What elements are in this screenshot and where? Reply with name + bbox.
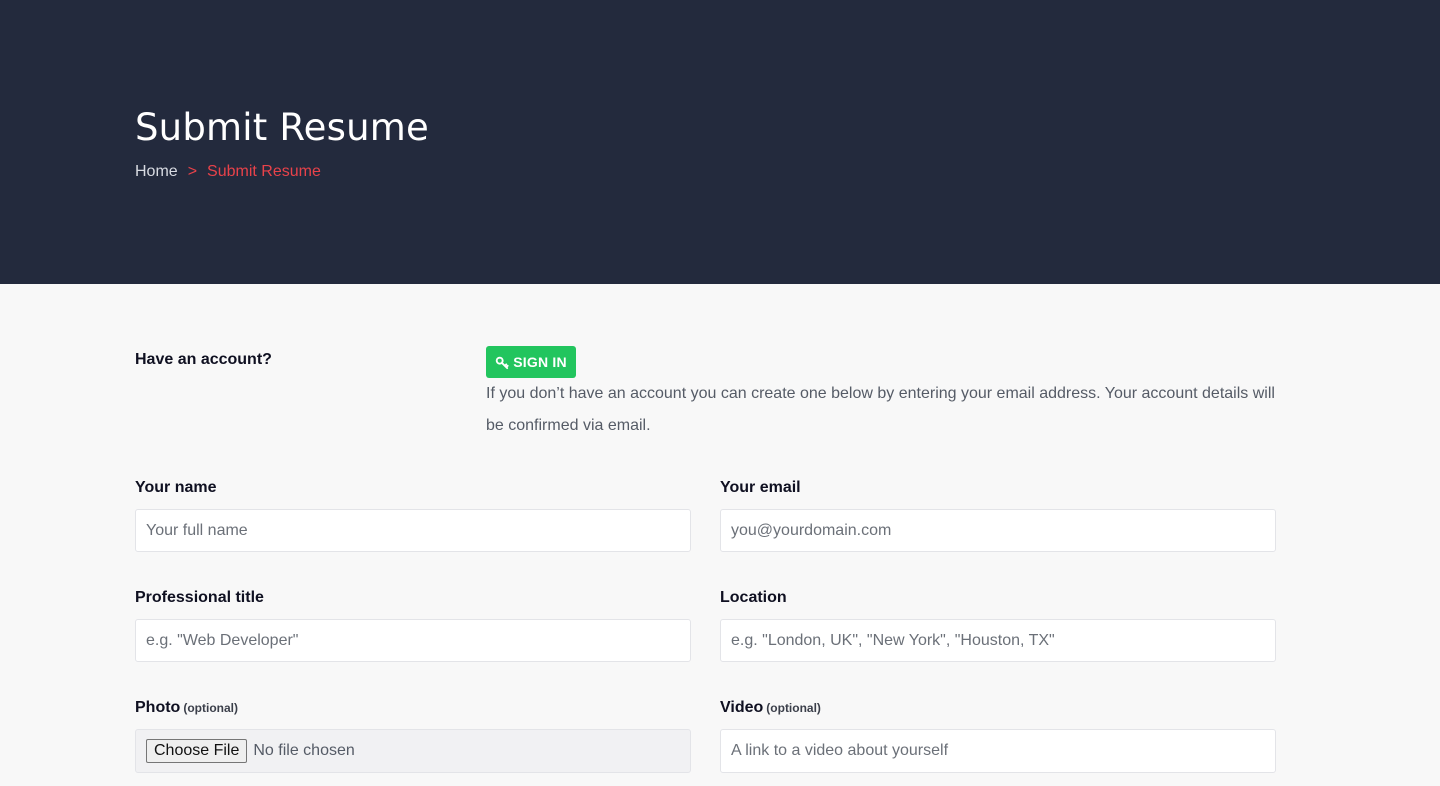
name-input[interactable] [135, 509, 691, 552]
photo-file-input[interactable]: Choose File No file chosen [135, 729, 691, 773]
submit-resume-form: Have an account? SIGN IN If you don’t ha… [0, 284, 1440, 786]
file-status-text: No file chosen [253, 742, 355, 759]
sign-in-button[interactable]: SIGN IN [486, 346, 576, 378]
video-link-input[interactable] [720, 729, 1276, 773]
breadcrumb-home-link[interactable]: Home [135, 162, 178, 182]
photo-label: Photo (optional) [135, 699, 238, 717]
video-label: Video (optional) [720, 699, 821, 717]
professional-title-input[interactable] [135, 619, 691, 662]
location-input[interactable] [720, 619, 1276, 662]
email-input[interactable] [720, 509, 1276, 552]
choose-file-button[interactable]: Choose File [146, 739, 248, 763]
page-title: Submit Resume [135, 106, 429, 149]
location-label: Location [720, 589, 787, 606]
breadcrumb-separator: > [187, 163, 198, 180]
breadcrumb-current: Submit Resume [207, 163, 321, 180]
email-label: Your email [720, 479, 801, 496]
page-header-content: Submit Resume Home > Submit Resume [135, 106, 429, 182]
key-icon [495, 356, 509, 369]
sign-in-label: SIGN IN [513, 354, 567, 370]
name-label: Your name [135, 479, 217, 496]
professional-title-label: Professional title [135, 589, 264, 606]
photo-label-text: Photo [135, 699, 181, 716]
video-label-text: Video [720, 699, 764, 716]
have-account-label: Have an account? [135, 351, 272, 368]
page-header: Submit Resume Home > Submit Resume [0, 0, 1440, 284]
breadcrumb: Home > Submit Resume [135, 162, 429, 182]
photo-optional-note: (optional) [183, 701, 238, 715]
account-help-text: If you don’t have an account you can cre… [486, 385, 1275, 434]
video-optional-note: (optional) [766, 701, 821, 715]
